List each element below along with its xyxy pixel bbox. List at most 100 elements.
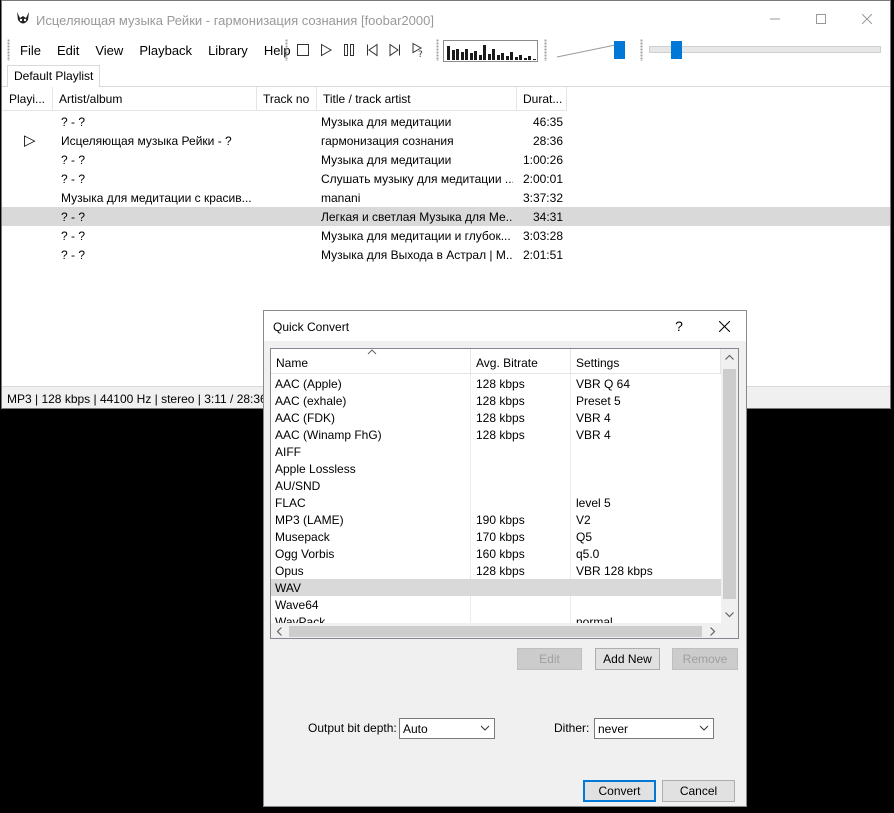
preset-row[interactable]: AIFF	[271, 443, 721, 460]
menu-view[interactable]: View	[87, 40, 131, 62]
preset-bitrate-cell: 128 kbps	[476, 377, 525, 391]
preset-row[interactable]: AU/SND	[271, 477, 721, 494]
preset-row[interactable]: WAV	[271, 579, 721, 596]
playlist-row[interactable]: ? - ? Музыка для медитации 46:35	[2, 112, 568, 131]
preset-name-cell: AAC (Apple)	[275, 377, 342, 391]
tab-default-playlist[interactable]: Default Playlist	[7, 65, 101, 88]
preset-row[interactable]: Apple Lossless	[271, 460, 721, 477]
remove-button[interactable]: Remove	[672, 648, 738, 670]
preset-row[interactable]: FLAC level 5	[271, 494, 721, 511]
close-window-button[interactable]	[844, 1, 890, 37]
playlist-row[interactable]: Музыка для медитации с красив... manani 3:…	[2, 188, 568, 207]
scroll-right-icon[interactable]	[704, 623, 721, 639]
column-header-duration[interactable]: Durat...	[517, 87, 567, 111]
horizontal-scrollbar[interactable]	[271, 623, 721, 639]
visualizer-bar	[478, 55, 482, 60]
title-bar: Исцеляющая музыка Рейки - гармонизация с…	[2, 1, 890, 37]
column-header-artist-album[interactable]: Artist/album	[53, 87, 257, 111]
close-icon	[862, 14, 872, 24]
preset-row[interactable]: Musepack 170 kbps Q5	[271, 528, 721, 545]
preset-row[interactable]: AAC (Winamp FhG) 128 kbps VBR 4	[271, 426, 721, 443]
vertical-scrollbar[interactable]	[721, 349, 738, 623]
vertical-scroll-thumb[interactable]	[723, 369, 736, 599]
convert-button[interactable]: Convert	[583, 780, 656, 802]
dialog-title-bar: Quick Convert ?	[264, 311, 746, 341]
preset-row[interactable]: MP3 (LAME) 190 kbps V2	[271, 511, 721, 528]
volume-grip[interactable]	[544, 39, 547, 61]
menu-edit[interactable]: Edit	[49, 40, 87, 62]
minimize-icon	[770, 18, 780, 20]
playlist-row[interactable]: ? - ? Музыка для медитации 1:00:26	[2, 150, 568, 169]
playing-indicator: ▷	[24, 132, 36, 149]
playlist-row[interactable]: ? - ? Музыка для Выхода в Астрал | М... 2:…	[2, 245, 568, 264]
output-bit-depth-select[interactable]: Auto	[399, 718, 495, 739]
window-title: Исцеляющая музыка Рейки - гармонизация с…	[36, 13, 434, 28]
artist-album-cell: ? - ?	[61, 153, 86, 167]
dither-value: never	[598, 722, 629, 736]
preset-row[interactable]: Opus 128 kbps VBR 128 kbps	[271, 562, 721, 579]
stop-button[interactable]	[293, 41, 313, 59]
edit-button[interactable]: Edit	[517, 648, 582, 670]
preset-row[interactable]: AAC (exhale) 128 kbps Preset 5	[271, 392, 721, 409]
preset-row[interactable]: Wave64	[271, 596, 721, 613]
preset-settings-cell: V2	[576, 513, 591, 527]
close-icon	[718, 320, 730, 332]
playlist-row[interactable]: ▷ Исцеляющая музыка Рейки - ? гармонизация…	[2, 131, 568, 150]
artist-album-cell: Исцеляющая музыка Рейки - ?	[61, 134, 232, 148]
help-button[interactable]: ?	[664, 311, 694, 341]
horizontal-scroll-thumb[interactable]	[289, 626, 702, 637]
cancel-button[interactable]: Cancel	[662, 780, 735, 802]
menu-playback[interactable]: Playback	[131, 40, 200, 62]
status-text: MP3 | 128 kbps | 44100 Hz | stereo | 3:1…	[7, 392, 267, 406]
seek-bar[interactable]	[649, 41, 881, 59]
preset-name-cell: Apple Lossless	[275, 462, 356, 476]
column-header-track-no[interactable]: Track no	[257, 87, 317, 111]
dialog-close-button[interactable]	[704, 311, 744, 341]
previous-button[interactable]	[362, 41, 382, 59]
title-cell: Слушать музыку для медитации ...	[321, 172, 513, 186]
scroll-left-icon[interactable]	[271, 623, 288, 639]
volume-slider[interactable]	[555, 39, 633, 63]
duration-cell: 34:31	[532, 210, 563, 224]
output-bit-depth-label: Output bit depth:	[308, 721, 397, 735]
playlist-row[interactable]: ? - ? Слушать музыку для медитации ... 2:0…	[2, 169, 568, 188]
preset-settings-cell: VBR 4	[576, 411, 611, 425]
preset-name-cell: AAC (FDK)	[275, 411, 335, 425]
add-new-button[interactable]: Add New	[595, 648, 660, 670]
column-header-playing[interactable]: Playi...	[2, 87, 53, 111]
toolbar-grip[interactable]	[285, 39, 288, 61]
play-button[interactable]	[316, 41, 336, 59]
preset-row[interactable]: Ogg Vorbis 160 kbps q5.0	[271, 545, 721, 562]
scroll-up-icon[interactable]	[721, 349, 738, 366]
preset-row[interactable]: AAC (FDK) 128 kbps VBR 4	[271, 409, 721, 426]
random-button[interactable]: ?	[408, 41, 428, 59]
menu-library[interactable]: Library	[200, 40, 256, 62]
visualizer-grip[interactable]	[436, 39, 439, 61]
svg-text:?: ?	[418, 50, 423, 58]
foobar-app-icon	[17, 12, 29, 24]
playlist-row[interactable]: ? - ? Легкая и светлая Музыка для Ме... 34…	[2, 207, 890, 226]
maximize-button[interactable]	[798, 1, 844, 37]
duration-cell: 1:00:26	[522, 153, 563, 167]
column-header-title[interactable]: Title / track artist	[317, 87, 517, 111]
menubar-grip[interactable]	[7, 39, 10, 61]
volume-thumb[interactable]	[614, 41, 625, 59]
pause-button[interactable]	[339, 41, 359, 59]
column-header-name[interactable]: Name	[271, 349, 471, 374]
seekbar-grip[interactable]	[640, 39, 643, 61]
column-header-settings[interactable]: Settings	[571, 349, 721, 374]
minimize-button[interactable]	[752, 1, 798, 37]
preset-name-cell: MP3 (LAME)	[275, 513, 344, 527]
artist-album-cell: Музыка для медитации с красив...	[61, 191, 252, 205]
next-button[interactable]	[385, 41, 405, 59]
dither-select[interactable]: never	[594, 718, 714, 739]
preset-settings-cell: Q5	[576, 530, 593, 544]
scroll-down-icon[interactable]	[721, 606, 738, 623]
seek-thumb[interactable]	[671, 41, 682, 59]
playlist-row[interactable]: ? - ? Музыка для медитации и глубок... 3:0…	[2, 226, 568, 245]
menu-file[interactable]: File	[12, 40, 49, 62]
title-cell: Музыка для медитации	[321, 153, 452, 167]
column-header-bitrate[interactable]: Avg. Bitrate	[471, 349, 571, 374]
visualizer-bar	[483, 45, 486, 60]
preset-row[interactable]: AAC (Apple) 128 kbps VBR Q 64	[271, 375, 721, 392]
